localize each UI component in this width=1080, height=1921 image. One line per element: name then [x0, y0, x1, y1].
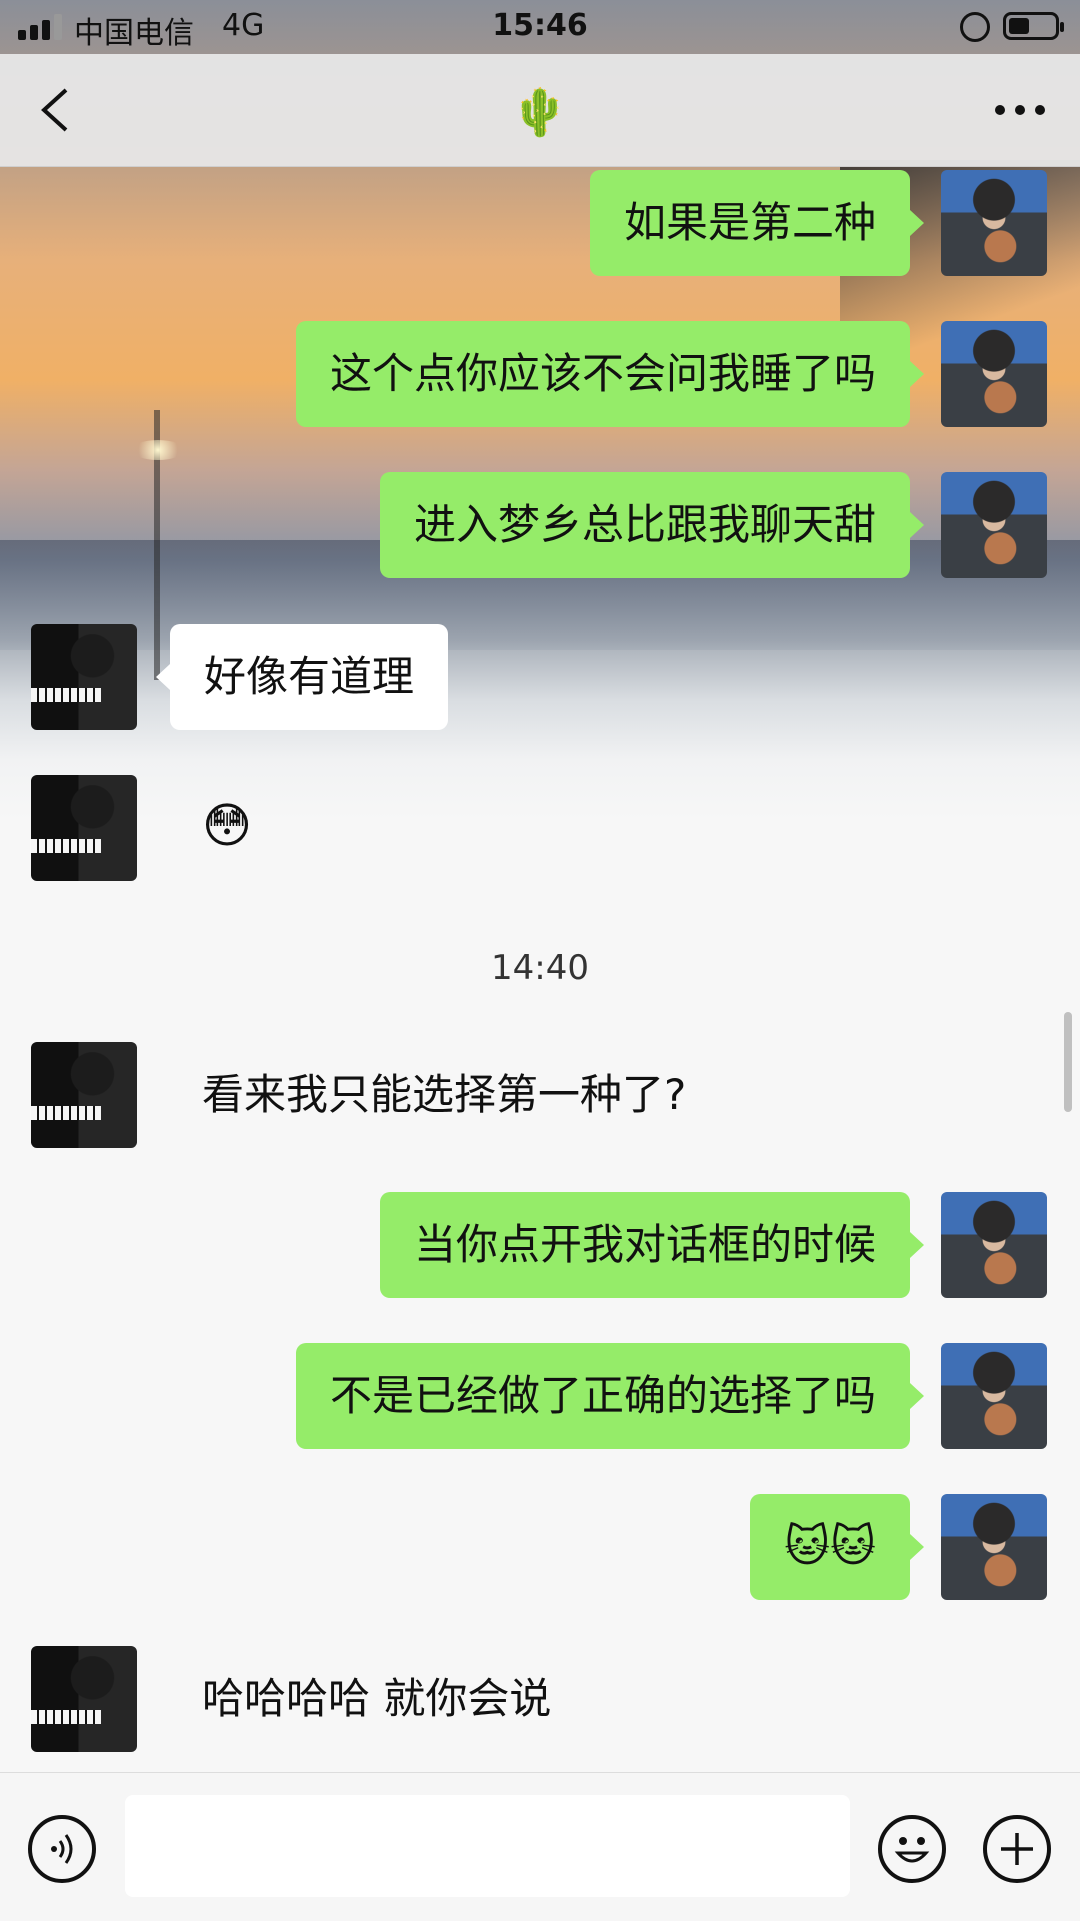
contact-avatar[interactable] — [31, 624, 137, 730]
my-sticker-bubble[interactable]: 🐱🐱 — [750, 1494, 924, 1600]
my-message-bubble[interactable]: 不是已经做了正确的选择了吗 — [295, 1343, 925, 1449]
battery-level-fill — [1009, 18, 1029, 34]
my-message-bubble[interactable]: 进入梦乡总比跟我聊天甜 — [379, 472, 925, 578]
contact-avatar[interactable] — [31, 1646, 137, 1752]
plus-icon[interactable] — [983, 1815, 1051, 1883]
contact-avatar[interactable] — [31, 1042, 137, 1148]
my-message-bubble[interactable]: 当你点开我对话框的时候 — [379, 1192, 925, 1298]
emoji-face-icon[interactable] — [878, 1815, 946, 1883]
battery-icon — [1003, 12, 1064, 40]
my-message-bubble[interactable]: 如果是第二种 — [589, 170, 925, 276]
voice-input-icon[interactable] — [28, 1815, 96, 1883]
my-avatar[interactable] — [941, 1494, 1047, 1600]
message-input-bar — [0, 1772, 1080, 1921]
my-message-bubble[interactable]: 这个点你应该不会问我睡了吗 — [295, 321, 925, 427]
contact-avatar[interactable] — [31, 775, 137, 881]
background-lamp-light — [132, 440, 184, 460]
my-avatar[interactable] — [941, 1192, 1047, 1298]
message-timestamp: 14:40 — [491, 948, 589, 988]
chat-scrollbar[interactable] — [1064, 1012, 1072, 1112]
message-text-field[interactable] — [125, 1795, 850, 1897]
my-avatar[interactable] — [941, 1343, 1047, 1449]
more-horizontal-icon[interactable] — [990, 82, 1050, 138]
rotation-lock-icon — [960, 12, 990, 42]
contact-sticker-message[interactable]: 😳 — [202, 800, 252, 852]
contact-message-bubble[interactable]: 好像有道理 — [155, 624, 449, 730]
my-avatar[interactable] — [941, 170, 1047, 276]
chat-title: 🌵 — [511, 85, 569, 139]
status-time: 15:46 — [492, 8, 588, 43]
contact-message-text[interactable]: 哈哈哈哈 就你会说 — [202, 1673, 551, 1725]
status-bar: 中国电信 4G 15:46 — [0, 0, 1080, 54]
contact-message-text[interactable]: 看来我只能选择第一种了? — [202, 1069, 686, 1121]
chat-nav-bar: 🌵 — [0, 54, 1080, 167]
my-avatar[interactable] — [941, 321, 1047, 427]
my-avatar[interactable] — [941, 472, 1047, 578]
